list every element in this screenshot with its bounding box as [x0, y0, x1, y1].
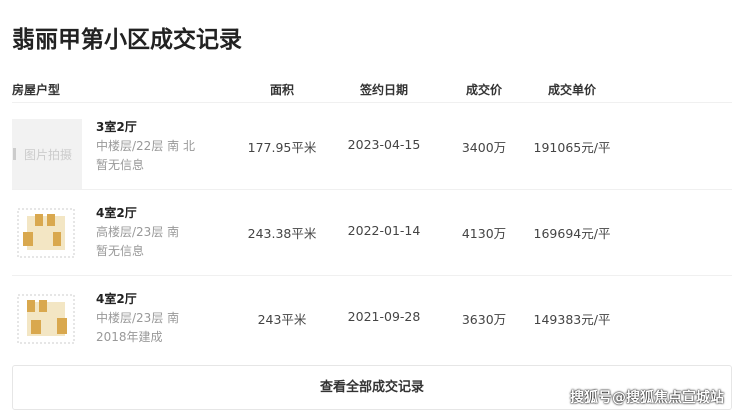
- layout: 3室2厅: [96, 120, 137, 134]
- table-row[interactable]: 4室2厅 高楼层/23层 南暂无信息 243.38平米 2022-01-14 41…: [12, 190, 732, 276]
- table-row[interactable]: 图片拍摄 3室2厅中楼层/22层 南 北暂无信息 177.95平米 2023-0…: [12, 104, 732, 190]
- extra: 暂无信息: [96, 158, 145, 172]
- photo-placeholder: 图片拍摄: [12, 119, 82, 189]
- header-type: 房屋户型: [12, 83, 61, 97]
- layout: 4室2厅: [96, 206, 137, 220]
- area: 177.95平米: [247, 140, 317, 155]
- header-area: 面积: [269, 83, 294, 97]
- header-date: 签约日期: [359, 83, 408, 97]
- date: 2022-01-14: [347, 223, 421, 238]
- unit-price: 169694元/平: [533, 226, 611, 241]
- unit-price: 191065元/平: [533, 140, 611, 155]
- table-header: 房屋户型 面积 签约日期 成交价 成交单价: [12, 81, 732, 103]
- area: 243平米: [257, 312, 307, 327]
- date: 2023-04-15: [347, 137, 421, 152]
- unit-price: 149383元/平: [533, 312, 611, 327]
- extra: 暂无信息: [96, 244, 145, 258]
- header-unit-price: 成交单价: [547, 83, 596, 97]
- layout: 4室2厅: [96, 292, 137, 306]
- floor: 高楼层/23层 南: [96, 225, 180, 239]
- page-title: 翡丽甲第小区成交记录: [12, 27, 242, 53]
- floor: 中楼层/23层 南: [96, 311, 180, 325]
- floorplan-image: [17, 208, 75, 258]
- floor: 中楼层/22层 南 北: [96, 139, 195, 153]
- placeholder-text: 图片拍摄: [24, 147, 73, 162]
- table-row[interactable]: 4室2厅 中楼层/23层 南 2018年建成 243平米 2021-09-28 36…: [12, 276, 732, 362]
- date: 2021-09-28: [347, 309, 421, 324]
- watermark: 搜狐号@搜狐焦点宣城站: [570, 390, 724, 406]
- area: 243.38平米: [247, 226, 317, 241]
- extra: 2018年建成: [96, 330, 163, 344]
- floorplan-image: [17, 294, 75, 344]
